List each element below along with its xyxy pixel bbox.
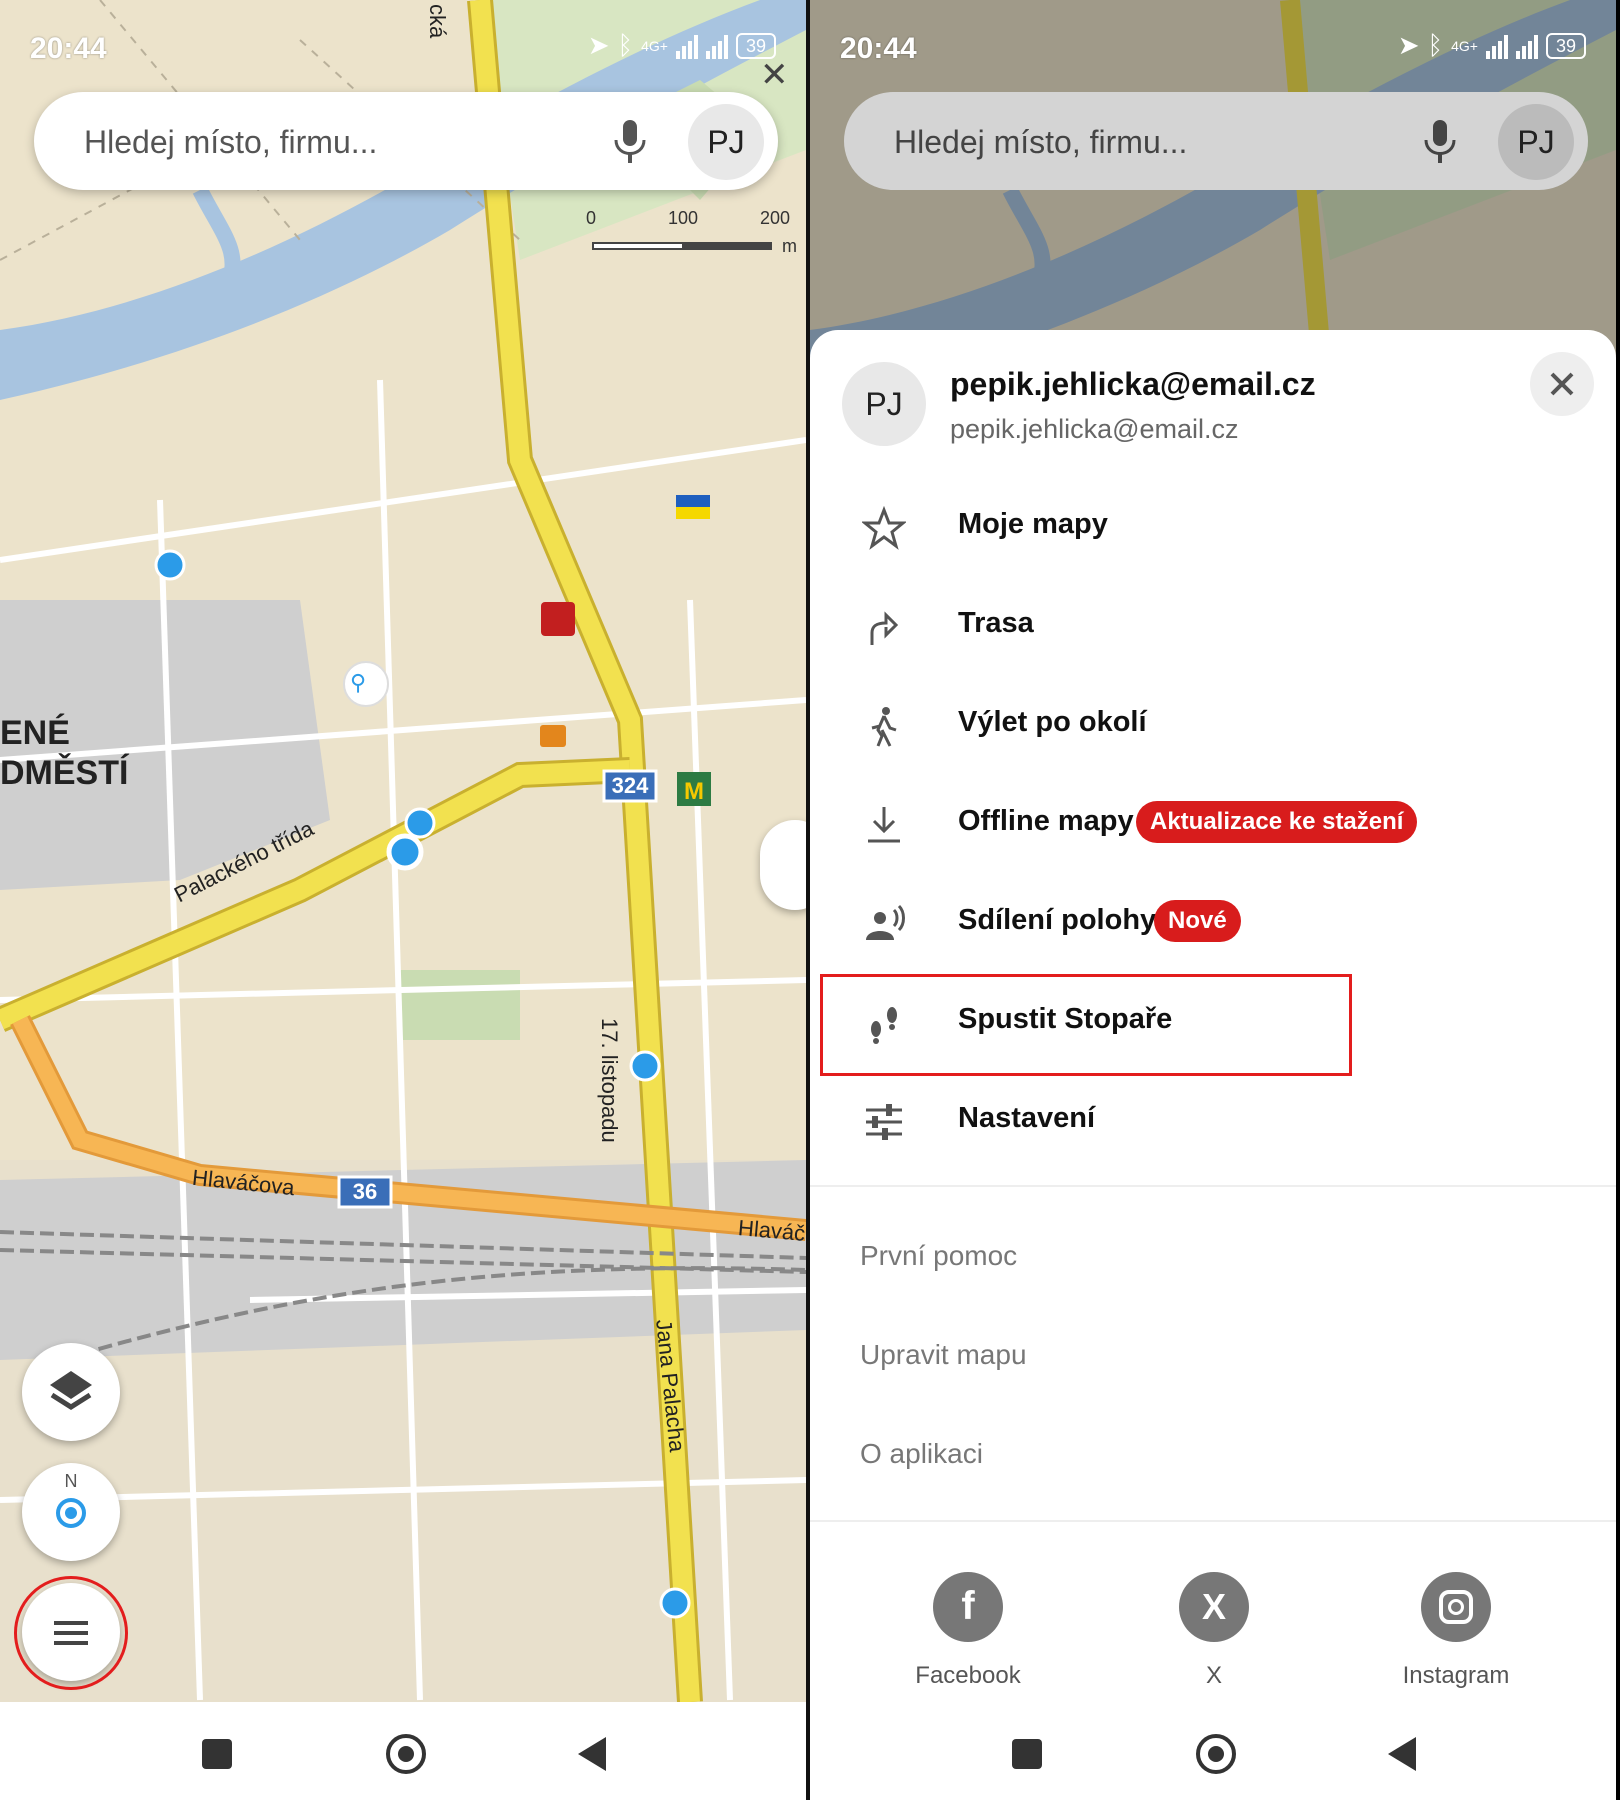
menu-item-o-aplikaci[interactable]: O aplikaci <box>860 1438 983 1470</box>
home-button[interactable] <box>386 1734 426 1774</box>
menu-item-upravit-mapu[interactable]: Upravit mapu <box>860 1339 1027 1371</box>
account-avatar[interactable]: PJ <box>842 362 926 446</box>
android-nav-bar <box>810 1702 1616 1800</box>
menu-item-offline-mapy[interactable]: Offline mapy Aktualizace ke stažení <box>810 777 1616 871</box>
search-bar[interactable]: Hledej místo, firmu... PJ <box>34 92 778 190</box>
locate-button[interactable]: N <box>22 1463 120 1561</box>
signal-icon <box>1485 33 1508 59</box>
left-screen: M ENÉ DMĚSTÍ Palackého třída Hlaváčova 1… <box>0 0 806 1800</box>
svg-text:N: N <box>65 1471 78 1491</box>
avatar: PJ <box>1498 104 1574 180</box>
location-share-icon <box>866 904 905 940</box>
facebook-icon: f <box>933 1572 1003 1642</box>
account-email-title: pepik.jehlicka@email.cz <box>950 366 1316 402</box>
menu-item-nastaveni[interactable]: Nastavení <box>810 1074 1616 1168</box>
status-time: 20:44 <box>840 32 917 65</box>
sliders-icon <box>866 1104 902 1140</box>
bluetooth-icon: ᛒ <box>1427 30 1444 60</box>
right-screen: 20:44 ➤ ᛒ 4G+ 39 Hledej místo, firmu... … <box>810 0 1616 1800</box>
instagram-icon <box>1421 1572 1491 1642</box>
social-facebook[interactable]: f Facebook <box>888 1572 1048 1690</box>
scale-label-0: 0 <box>586 208 597 228</box>
search-bar: Hledej místo, firmu... PJ <box>844 92 1588 190</box>
menu-item-prvni-pomoc[interactable]: První pomoc <box>860 1240 1017 1272</box>
microphone-icon <box>1424 120 1456 163</box>
menu-item-label: Moje mapy <box>958 508 1108 540</box>
menu-item-label: Nastavení <box>958 1102 1096 1134</box>
x-icon: X <box>1179 1572 1249 1642</box>
layers-button[interactable] <box>22 1343 120 1441</box>
download-icon <box>868 807 900 843</box>
menu-divider <box>810 1185 1616 1187</box>
bicycle-icon: ⚲ <box>350 670 367 695</box>
search-placeholder: Hledej místo, firmu... <box>84 124 378 160</box>
status-icons: ➤ ᛒ 4G+ 39 <box>1398 30 1586 61</box>
microphone-icon[interactable] <box>612 118 648 164</box>
highlight-box <box>820 974 1352 1076</box>
social-label: Facebook <box>915 1662 1021 1689</box>
menu-divider-2 <box>810 1520 1616 1522</box>
menu-item-label: Offline mapy <box>958 805 1134 837</box>
social-label: X <box>1205 1662 1222 1689</box>
status-time: 20:44 <box>30 32 107 65</box>
svg-text:M: M <box>684 778 704 805</box>
search-placeholder: Hledej místo, firmu... <box>894 124 1188 160</box>
star-icon <box>862 506 906 550</box>
location-arrow-icon: ➤ <box>1397 30 1420 60</box>
district-label-1: ENÉ <box>0 714 70 752</box>
close-menu-button[interactable] <box>1530 352 1594 416</box>
map-scale: 0 100 200 m <box>580 208 800 258</box>
recents-button[interactable] <box>202 1739 232 1769</box>
scale-label-100: 100 <box>668 208 699 228</box>
highlight-circle <box>14 1576 128 1690</box>
district-label-2: DMĚSTÍ <box>0 754 129 792</box>
scale-bar <box>592 242 772 250</box>
battery-icon: 39 <box>1545 32 1586 59</box>
location-arrow-icon: ➤ <box>587 30 610 60</box>
new-badge: Nové <box>1154 900 1241 942</box>
signal-icon-2 <box>705 33 728 59</box>
status-bar: 20:44 ➤ ᛒ 4G+ 39 <box>0 0 806 90</box>
road-number-324: 324 <box>611 773 649 798</box>
back-button[interactable] <box>1388 1737 1416 1771</box>
menu-item-label: Trasa <box>958 607 1034 639</box>
current-location-dot <box>386 833 424 871</box>
android-nav-bar <box>0 1702 806 1800</box>
side-menu-sheet: PJ pepik.jehlicka@email.cz pepik.jehlick… <box>810 330 1616 1702</box>
signal-icon <box>675 33 698 59</box>
social-x[interactable]: X X <box>1134 1572 1294 1690</box>
account-email-subtitle: pepik.jehlicka@email.cz <box>950 414 1239 444</box>
signal-icon-2 <box>1515 33 1538 59</box>
status-icons: ➤ ᛒ 4G+ 39 <box>588 30 776 61</box>
road-number-36: 36 <box>352 1179 378 1204</box>
menu-item-label: Výlet po okolí <box>958 706 1147 738</box>
status-bar: 20:44 ➤ ᛒ 4G+ 39 <box>810 0 1616 90</box>
menu-item-moje-mapy[interactable]: Moje mapy <box>810 480 1616 574</box>
home-button[interactable] <box>1196 1734 1236 1774</box>
compass-location-icon: N <box>56 1471 86 1528</box>
back-button[interactable] <box>578 1737 606 1771</box>
social-instagram[interactable]: Instagram <box>1376 1572 1536 1690</box>
menu-item-trasa[interactable]: Trasa <box>810 579 1616 673</box>
close-icon <box>1550 372 1574 396</box>
menu-item-vylet-po-okoli[interactable]: Výlet po okolí <box>810 678 1616 772</box>
menu-item-label: Sdílení polohy <box>958 904 1157 936</box>
scale-label-200: 200 <box>760 208 791 228</box>
close-icon[interactable]: ✕ <box>760 55 789 95</box>
menu-item-sdileni-polohy[interactable]: Sdílení polohy Nové <box>810 876 1616 970</box>
social-label: Instagram <box>1402 1662 1510 1689</box>
hiker-icon <box>871 707 897 747</box>
scale-unit: m <box>782 236 797 256</box>
route-arrow-icon <box>870 611 899 645</box>
network-label: 4G+ <box>1451 37 1478 54</box>
street-label-17-listopadu: 17. listopadu <box>597 1018 622 1143</box>
recents-button[interactable] <box>1012 1739 1042 1769</box>
bluetooth-icon: ᛒ <box>617 30 634 60</box>
network-label: 4G+ <box>641 37 668 54</box>
update-badge: Aktualizace ke stažení <box>1136 801 1418 843</box>
zoom-toggle-button[interactable] <box>760 820 806 910</box>
avatar[interactable]: PJ <box>688 104 764 180</box>
layers-icon <box>50 1371 92 1410</box>
